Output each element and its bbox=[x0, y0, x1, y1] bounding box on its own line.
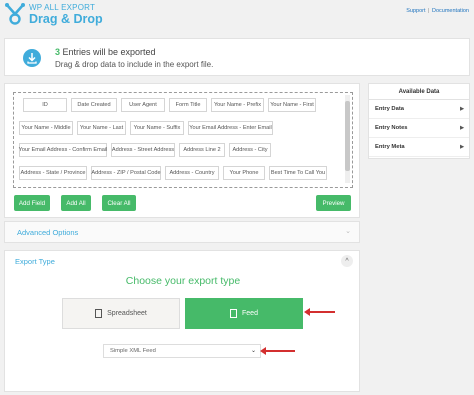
sidebar-item-label: Entry Notes bbox=[375, 125, 408, 131]
field-chip[interactable]: Your Name - Suffix bbox=[130, 121, 184, 135]
field-chip[interactable]: Your Phone bbox=[223, 166, 265, 180]
notice-instruction: Drag & drop data to include in the expor… bbox=[55, 60, 214, 69]
feed-icon bbox=[230, 309, 238, 318]
caret-right-icon: ▶ bbox=[460, 125, 464, 131]
chevron-down-icon: ⌄ bbox=[345, 228, 351, 235]
available-data-panel: Available Data Entry Data ▶ Entry Notes … bbox=[368, 83, 470, 159]
sidebar-item-entry-notes[interactable]: Entry Notes ▶ bbox=[369, 119, 469, 138]
field-chip[interactable]: Address - City bbox=[229, 143, 271, 157]
spreadsheet-option[interactable]: Spreadsheet bbox=[62, 298, 180, 329]
sidebar-item-label: Entry Meta bbox=[375, 144, 405, 150]
link-separator: | bbox=[428, 8, 430, 14]
advanced-options-label: Advanced Options bbox=[17, 228, 79, 237]
add-field-button[interactable]: Add Field bbox=[14, 195, 50, 211]
add-all-button[interactable]: Add All bbox=[61, 195, 91, 211]
entries-count-text: 3 Entries will be exported bbox=[55, 47, 156, 57]
fields-panel: ID Date Created User Agent Form Title Yo… bbox=[4, 83, 360, 218]
clear-all-button[interactable]: Clear All bbox=[102, 195, 136, 211]
annotation-arrow bbox=[260, 347, 295, 355]
logo-icon bbox=[5, 3, 25, 25]
caret-right-icon: ▶ bbox=[460, 144, 464, 150]
field-chip[interactable]: Your Name - Last bbox=[77, 121, 126, 135]
annotation-arrow bbox=[304, 308, 335, 316]
field-chip[interactable]: Your Name - First bbox=[268, 98, 316, 112]
field-chip[interactable]: Your Email Address - Confirm Email bbox=[19, 143, 107, 157]
spreadsheet-icon bbox=[95, 309, 103, 318]
sidebar-item-entry-meta[interactable]: Entry Meta ▶ bbox=[369, 138, 469, 157]
preview-button[interactable]: Preview bbox=[316, 195, 351, 211]
field-chip[interactable]: Your Name - Middle bbox=[19, 121, 73, 135]
export-type-panel: Export Type ^ Choose your export type Sp… bbox=[4, 250, 360, 392]
sidebar-item-entry-data[interactable]: Entry Data ▶ bbox=[369, 100, 469, 119]
field-chip[interactable]: Address - State / Province bbox=[19, 166, 87, 180]
field-chip[interactable]: Address - Street Address bbox=[111, 143, 175, 157]
feed-label: Feed bbox=[242, 310, 258, 317]
entries-label: Entries will be exported bbox=[60, 47, 156, 57]
feed-type-select[interactable]: Simple XML Feed ⌄ bbox=[103, 344, 261, 358]
choose-export-heading: Choose your export type bbox=[125, 275, 241, 287]
brand-small: WP ALL EXPORT bbox=[29, 3, 96, 12]
header: WP ALL EXPORT Drag & Drop Support | Docu… bbox=[0, 0, 474, 34]
download-icon bbox=[23, 49, 41, 67]
documentation-link[interactable]: Documentation bbox=[432, 8, 469, 14]
spreadsheet-label: Spreadsheet bbox=[107, 310, 147, 317]
export-type-title: Export Type bbox=[15, 257, 55, 266]
support-link[interactable]: Support bbox=[406, 8, 425, 14]
field-chip[interactable]: ID bbox=[23, 98, 67, 112]
field-chip[interactable]: Date Created bbox=[71, 98, 117, 112]
drop-area[interactable]: ID Date Created User Agent Form Title Yo… bbox=[13, 92, 353, 188]
field-chip[interactable]: Your Email Address - Enter Email bbox=[188, 121, 273, 135]
field-chip[interactable]: Form Title bbox=[169, 98, 207, 112]
available-data-title: Available Data bbox=[369, 84, 469, 100]
chevron-down-icon: ⌄ bbox=[250, 348, 256, 354]
top-links: Support | Documentation bbox=[406, 8, 469, 14]
advanced-options-toggle[interactable]: Advanced Options ⌄ bbox=[4, 221, 360, 243]
field-chip[interactable]: Your Name - Prefix bbox=[211, 98, 264, 112]
export-notice: 3 Entries will be exported Drag & drop d… bbox=[4, 38, 470, 76]
field-chip[interactable]: Address - Country bbox=[165, 166, 219, 180]
field-chip[interactable]: Best Time To Call You bbox=[269, 166, 327, 180]
page-title: Drag & Drop bbox=[29, 12, 103, 26]
caret-right-icon: ▶ bbox=[460, 106, 464, 112]
field-chip[interactable]: Address Line 2 bbox=[179, 143, 225, 157]
scrollbar-thumb[interactable] bbox=[345, 101, 350, 171]
field-chip[interactable]: Address - ZIP / Postal Code bbox=[91, 166, 161, 180]
sidebar-item-label: Entry Data bbox=[375, 106, 404, 112]
collapse-toggle-icon[interactable]: ^ bbox=[341, 255, 353, 267]
field-chip[interactable]: User Agent bbox=[121, 98, 165, 112]
feed-option[interactable]: Feed bbox=[185, 298, 303, 329]
feed-type-value: Simple XML Feed bbox=[110, 348, 156, 354]
